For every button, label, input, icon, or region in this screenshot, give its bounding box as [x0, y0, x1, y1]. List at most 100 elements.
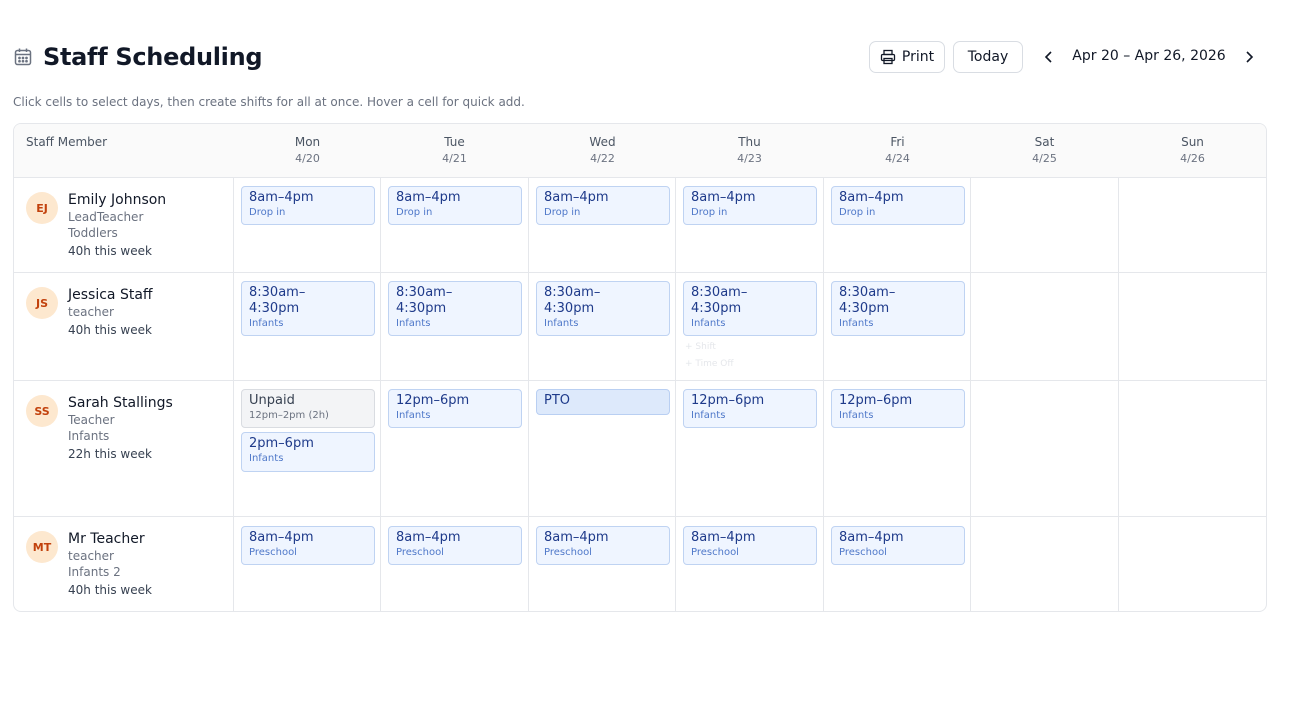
shift-card[interactable]: 8am–4pm Drop in — [831, 186, 965, 225]
shift-time: 8am–4pm — [839, 530, 904, 545]
staff-row-sarah-stallings: SS Sarah Stallings Teacher Infants 22h t… — [14, 381, 1266, 517]
shift-time: 4:30pm — [839, 301, 890, 316]
shift-card[interactable]: 8:30am– 4:30pm Infants — [683, 281, 817, 336]
page-header: Staff Scheduling Print Today Apr 20 – Ap… — [13, 40, 1267, 74]
today-button[interactable]: Today — [953, 41, 1023, 73]
unpaid-break-card[interactable]: Unpaid 12pm–2pm (2h) — [241, 389, 375, 428]
calendar-icon — [14, 48, 32, 66]
shift-room: Infants — [839, 410, 874, 421]
pto-card[interactable]: PTO — [536, 389, 670, 415]
shift-time: 8am–4pm — [249, 190, 314, 205]
column-divider — [970, 178, 971, 611]
staff-role: teacher — [68, 305, 114, 319]
staff-hours: 40h this week — [68, 583, 152, 597]
shift-time: 4:30pm — [691, 301, 742, 316]
day-header-sat: Sat 4/25 — [971, 134, 1118, 167]
day-name: Sun — [1181, 135, 1204, 149]
shift-room: Infants — [396, 410, 431, 421]
quick-add-shift[interactable]: + Shift — [685, 339, 716, 355]
column-divider — [823, 178, 824, 611]
next-week-button[interactable] — [1239, 47, 1259, 67]
shift-card[interactable]: 8am–4pm Preschool — [831, 526, 965, 565]
shift-time: 2pm–6pm — [249, 436, 314, 451]
shift-time: 8am–4pm — [544, 530, 609, 545]
day-header-fri: Fri 4/24 — [824, 134, 971, 167]
staff-info: Mr Teacher teacher Infants 2 40h this we… — [68, 530, 228, 599]
staff-hours: 22h this week — [68, 447, 152, 461]
chevron-left-icon — [1044, 51, 1052, 63]
staff-name: Mr Teacher — [68, 531, 145, 547]
day-header-thu: Thu 4/23 — [676, 134, 823, 167]
quick-add-time-off[interactable]: + Time Off — [685, 356, 734, 372]
column-divider — [528, 178, 529, 611]
print-label: Print — [901, 49, 935, 65]
shift-card[interactable]: 8am–4pm Drop in — [536, 186, 670, 225]
instructions-text: Click cells to select days, then create … — [13, 95, 525, 109]
shift-card[interactable]: 8am–4pm Drop in — [241, 186, 375, 225]
shift-time: Unpaid — [249, 393, 295, 408]
print-button[interactable]: Print — [869, 41, 945, 73]
staff-row-emily-johnson: EJ Emily Johnson LeadTeacher Toddlers 40… — [14, 178, 1266, 273]
day-date: 4/22 — [590, 152, 615, 165]
shift-card[interactable]: 8am–4pm Preschool — [241, 526, 375, 565]
shift-time: 8am–4pm — [396, 190, 461, 205]
day-date: 4/24 — [885, 152, 910, 165]
staff-info: Jessica Staff teacher 40h this week — [68, 286, 228, 339]
shift-card[interactable]: 12pm–6pm Infants — [683, 389, 817, 428]
previous-week-button[interactable] — [1039, 47, 1059, 67]
shift-time: 8am–4pm — [691, 530, 756, 545]
shift-card[interactable]: 8am–4pm Preschool — [388, 526, 522, 565]
shift-room: Drop in — [249, 207, 286, 218]
shift-card[interactable]: 8:30am– 4:30pm Infants — [388, 281, 522, 336]
staff-name: Sarah Stallings — [68, 395, 173, 411]
day-header-mon: Mon 4/20 — [234, 134, 381, 167]
day-date: 4/21 — [442, 152, 467, 165]
shift-card[interactable]: 8am–4pm Drop in — [683, 186, 817, 225]
shift-time: 4:30pm — [249, 301, 300, 316]
shift-room: Preschool — [396, 547, 444, 558]
avatar: MT — [26, 531, 58, 563]
shift-card[interactable]: 8am–4pm Preschool — [683, 526, 817, 565]
avatar: SS — [26, 395, 58, 427]
shift-time: 8:30am– — [544, 285, 601, 300]
staff-room: Infants — [68, 429, 110, 443]
staff-row-mr-teacher: MT Mr Teacher teacher Infants 2 40h this… — [14, 517, 1266, 611]
staff-info: Sarah Stallings Teacher Infants 22h this… — [68, 394, 228, 463]
shift-card[interactable]: 12pm–6pm Infants — [831, 389, 965, 428]
day-date: 4/26 — [1180, 152, 1205, 165]
shift-time: 12pm–6pm — [691, 393, 765, 408]
schedule-grid: Staff Member Mon 4/20 Tue 4/21 Wed 4/22 Thu… — [13, 123, 1267, 612]
shift-room: Infants — [396, 318, 431, 329]
shift-time: PTO — [544, 393, 571, 408]
shift-room: Drop in — [396, 207, 433, 218]
shift-room: Preschool — [839, 547, 887, 558]
shift-room: Infants — [691, 318, 726, 329]
staff-name: Jessica Staff — [68, 287, 153, 303]
shift-room: Preschool — [691, 547, 739, 558]
shift-time: 4:30pm — [396, 301, 447, 316]
shift-card[interactable]: 8am–4pm Preschool — [536, 526, 670, 565]
shift-time: 8:30am– — [396, 285, 453, 300]
day-header-wed: Wed 4/22 — [529, 134, 676, 167]
column-divider — [675, 178, 676, 611]
shift-card[interactable]: 8:30am– 4:30pm Infants — [831, 281, 965, 336]
shift-card[interactable]: 8:30am– 4:30pm Infants — [241, 281, 375, 336]
shift-room: Infants — [544, 318, 579, 329]
shift-time: 8am–4pm — [839, 190, 904, 205]
shift-card[interactable]: 8am–4pm Drop in — [388, 186, 522, 225]
shift-card[interactable]: 8:30am– 4:30pm Infants — [536, 281, 670, 336]
shift-time: 12pm–6pm — [839, 393, 913, 408]
avatar: JS — [26, 287, 58, 319]
shift-time: 8am–4pm — [691, 190, 756, 205]
shift-card[interactable]: 2pm–6pm Infants — [241, 432, 375, 472]
shift-room: Infants — [249, 453, 284, 464]
shift-card[interactable]: 12pm–6pm Infants — [388, 389, 522, 428]
shift-room: Preschool — [544, 547, 592, 558]
staff-room: Toddlers — [68, 226, 118, 240]
shift-time: 8:30am– — [691, 285, 748, 300]
staff-info: Emily Johnson LeadTeacher Toddlers 40h t… — [68, 191, 228, 260]
day-header-sun: Sun 4/26 — [1119, 134, 1266, 167]
day-name: Mon — [294, 135, 321, 149]
date-range: Apr 20 – Apr 26, 2026 — [1072, 48, 1226, 64]
shift-duration: 12pm–2pm (2h) — [249, 410, 329, 421]
